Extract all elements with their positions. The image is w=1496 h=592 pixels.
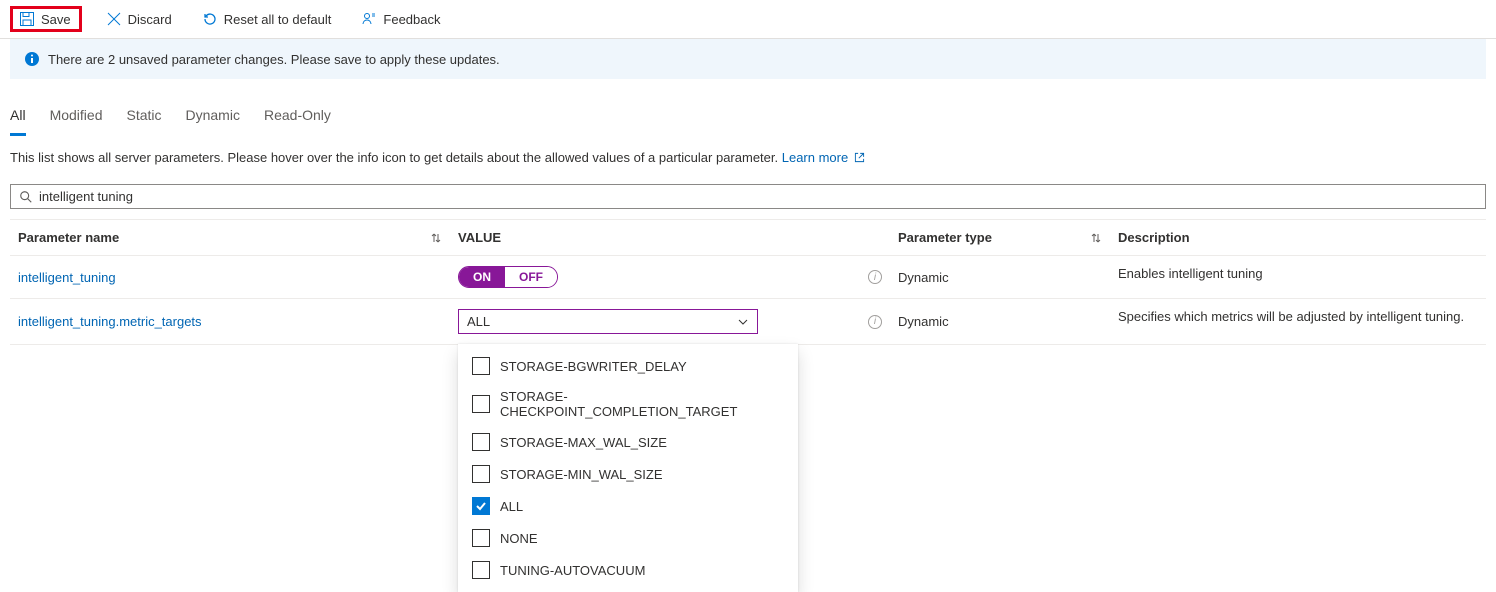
param-link[interactable]: intelligent_tuning	[18, 270, 116, 285]
option-label: STORAGE-MIN_WAL_SIZE	[500, 467, 663, 482]
feedback-label: Feedback	[383, 12, 440, 27]
banner-text: There are 2 unsaved parameter changes. P…	[48, 52, 500, 67]
dropdown-option[interactable]: TUNING-AUTOVACUUM	[458, 554, 798, 586]
info-banner: There are 2 unsaved parameter changes. P…	[10, 39, 1486, 79]
close-icon	[106, 11, 122, 27]
checkbox[interactable]	[472, 529, 490, 547]
checkbox[interactable]	[472, 357, 490, 375]
external-link-icon	[854, 151, 865, 166]
option-label: STORAGE-BGWRITER_DELAY	[500, 359, 687, 374]
discard-button[interactable]: Discard	[100, 7, 178, 31]
checkbox[interactable]	[472, 433, 490, 451]
search-icon	[19, 190, 33, 204]
param-desc: Specifies which metrics will be adjusted…	[1110, 299, 1486, 344]
checkbox[interactable]	[472, 395, 490, 413]
save-icon	[19, 11, 35, 27]
toggle-on: ON	[459, 267, 505, 287]
table-header: Parameter name VALUE Parameter type Desc…	[10, 219, 1486, 256]
dropdown-option[interactable]: STORAGE-MAX_WAL_SIZE	[458, 426, 798, 458]
option-label: NONE	[500, 531, 538, 546]
sort-icon	[1090, 232, 1102, 244]
discard-label: Discard	[128, 12, 172, 27]
reset-button[interactable]: Reset all to default	[196, 7, 338, 31]
param-desc: Enables intelligent tuning	[1110, 256, 1486, 298]
checkbox[interactable]	[472, 561, 490, 579]
col-header-desc: Description	[1110, 220, 1486, 255]
search-box[interactable]	[10, 184, 1486, 209]
feedback-icon	[361, 11, 377, 27]
table-row: intelligent_tuning ON OFF i Dynamic Enab…	[10, 256, 1486, 299]
toggle-switch[interactable]: ON OFF	[458, 266, 558, 288]
dropdown-select[interactable]: ALL	[458, 309, 758, 334]
dropdown-option[interactable]: STORAGE-MIN_WAL_SIZE	[458, 458, 798, 490]
option-label: STORAGE-MAX_WAL_SIZE	[500, 435, 667, 450]
option-label: ALL	[500, 499, 523, 514]
info-icon[interactable]: i	[868, 315, 882, 329]
col-header-name[interactable]: Parameter name	[10, 220, 450, 255]
learn-more-link[interactable]: Learn more	[782, 150, 865, 165]
search-input[interactable]	[39, 189, 1477, 204]
tab-modified[interactable]: Modified	[50, 101, 103, 136]
param-link[interactable]: intelligent_tuning.metric_targets	[18, 314, 202, 329]
tab-static[interactable]: Static	[126, 101, 161, 136]
save-label: Save	[41, 12, 71, 27]
description-line: This list shows all server parameters. P…	[0, 136, 1496, 184]
col-header-value: VALUE	[450, 220, 890, 255]
chevron-down-icon	[737, 316, 749, 328]
dropdown-option[interactable]: NONE	[458, 522, 798, 554]
feedback-button[interactable]: Feedback	[355, 7, 446, 31]
info-icon[interactable]: i	[868, 270, 882, 284]
toolbar: Save Discard Reset all to default Feedba…	[0, 0, 1496, 39]
checkbox[interactable]	[472, 465, 490, 483]
reset-icon	[202, 11, 218, 27]
info-icon	[24, 51, 40, 67]
dropdown-option[interactable]: ALL	[458, 490, 798, 522]
checkbox[interactable]	[472, 497, 490, 515]
table-row: intelligent_tuning.metric_targets ALL i …	[10, 299, 1486, 345]
option-label: TUNING-AUTOVACUUM	[500, 563, 645, 578]
dropdown-option[interactable]: STORAGE-BGWRITER_DELAY	[458, 350, 798, 382]
tab-all[interactable]: All	[10, 101, 26, 136]
reset-label: Reset all to default	[224, 12, 332, 27]
description-text: This list shows all server parameters. P…	[10, 150, 782, 165]
sort-icon	[430, 232, 442, 244]
dropdown-menu: STORAGE-BGWRITER_DELAY STORAGE-CHECKPOIN…	[458, 344, 798, 592]
parameters-table: Parameter name VALUE Parameter type Desc…	[10, 219, 1486, 345]
tab-dynamic[interactable]: Dynamic	[186, 101, 240, 136]
col-header-type[interactable]: Parameter type	[890, 220, 1110, 255]
option-label: STORAGE-CHECKPOINT_COMPLETION_TARGET	[500, 389, 784, 419]
tab-readonly[interactable]: Read-Only	[264, 101, 331, 136]
toggle-off: OFF	[505, 267, 557, 287]
dropdown-option[interactable]: STORAGE-CHECKPOINT_COMPLETION_TARGET	[458, 382, 798, 426]
param-type: Dynamic	[890, 299, 1110, 344]
param-type: Dynamic	[890, 256, 1110, 298]
filter-tabs: All Modified Static Dynamic Read-Only	[0, 101, 1496, 136]
save-button[interactable]: Save	[10, 6, 82, 32]
